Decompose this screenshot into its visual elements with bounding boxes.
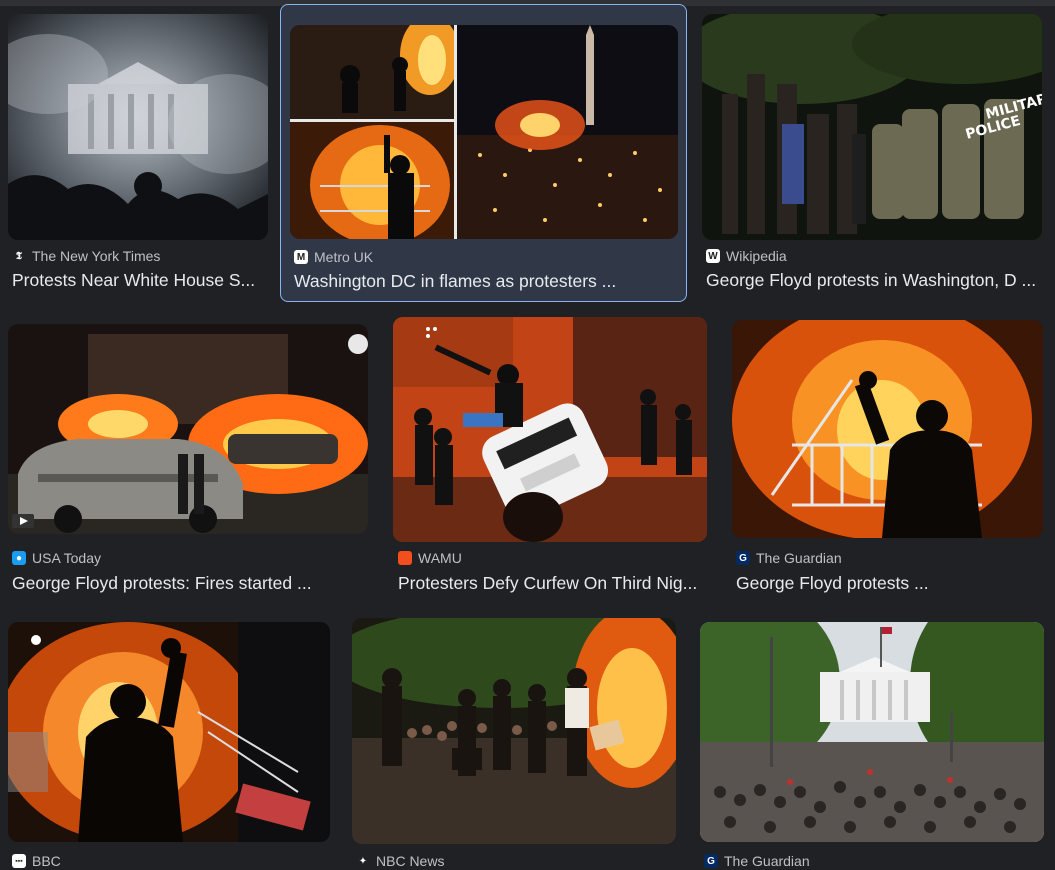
result-source[interactable]: W Wikipedia <box>706 247 787 265</box>
result-thumbnail[interactable] <box>700 622 1044 842</box>
guardian-icon: G <box>736 551 750 565</box>
result-source[interactable]: M Metro UK <box>294 248 373 266</box>
metro-icon: M <box>294 250 308 264</box>
result-title[interactable]: Washington DC in flames as protesters ..… <box>294 269 678 293</box>
image-result-card[interactable]: ✦ NBC News <box>347 612 682 870</box>
source-name: Metro UK <box>314 249 374 265</box>
result-title[interactable]: Protests Near White House S... <box>12 268 268 292</box>
image-result-card[interactable]: WAMU Protesters Defy Curfew On Third Nig… <box>389 312 713 600</box>
result-thumbnail[interactable]: MILITARY POLICE <box>702 14 1042 240</box>
nbc-icon: ✦ <box>356 854 370 868</box>
result-source[interactable]: G The Guardian <box>736 549 842 567</box>
source-name: The New York Times <box>32 248 161 264</box>
source-name: Wikipedia <box>726 248 787 264</box>
image-result-card[interactable]: 𝕿 The New York Times Protests Near White… <box>4 8 272 298</box>
wamu-icon <box>398 551 412 565</box>
result-title[interactable]: Protesters Defy Curfew On Third Nig... <box>398 571 704 595</box>
result-thumbnail[interactable] <box>8 622 330 842</box>
result-source[interactable]: G The Guardian <box>704 852 810 870</box>
nyt-icon: 𝕿 <box>12 249 26 263</box>
image-result-card-selected[interactable]: M Metro UK Washington DC in flames as pr… <box>280 4 687 302</box>
result-thumbnail[interactable] <box>393 317 707 542</box>
result-thumbnail[interactable] <box>290 25 678 239</box>
image-result-card[interactable]: ▪▪▪ BBC <box>4 616 334 870</box>
result-thumbnail[interactable] <box>8 14 268 240</box>
result-title[interactable]: George Floyd protests in Washington, D .… <box>706 268 1042 292</box>
image-result-card[interactable]: ● USA Today George Floyd protests: Fires… <box>4 318 374 600</box>
bbc-icon: ▪▪▪ <box>12 854 26 868</box>
result-source[interactable]: 𝕿 The New York Times <box>12 247 160 265</box>
result-source[interactable]: WAMU <box>398 549 462 567</box>
result-thumbnail[interactable] <box>8 324 368 534</box>
source-name: WAMU <box>418 550 462 566</box>
result-thumbnail[interactable] <box>732 320 1043 538</box>
source-name: The Guardian <box>756 550 842 566</box>
image-result-card[interactable]: G The Guardian George Floyd protests ... <box>728 314 1048 600</box>
result-title[interactable]: George Floyd protests ... <box>736 571 1042 595</box>
image-result-card[interactable]: G The Guardian <box>696 616 1048 870</box>
result-source[interactable]: ✦ NBC News <box>356 852 444 870</box>
source-name: USA Today <box>32 550 102 566</box>
guardian-icon: G <box>704 854 718 868</box>
usa-today-icon: ● <box>12 551 26 565</box>
result-thumbnail[interactable] <box>352 618 676 844</box>
result-source[interactable]: ▪▪▪ BBC <box>12 852 61 870</box>
result-title[interactable]: George Floyd protests: Fires started ... <box>12 571 368 595</box>
wikipedia-icon: W <box>706 249 720 263</box>
image-result-card[interactable]: MILITARY POLICE W Wikipedia George Floyd… <box>698 8 1048 298</box>
result-source[interactable]: ● USA Today <box>12 549 101 567</box>
